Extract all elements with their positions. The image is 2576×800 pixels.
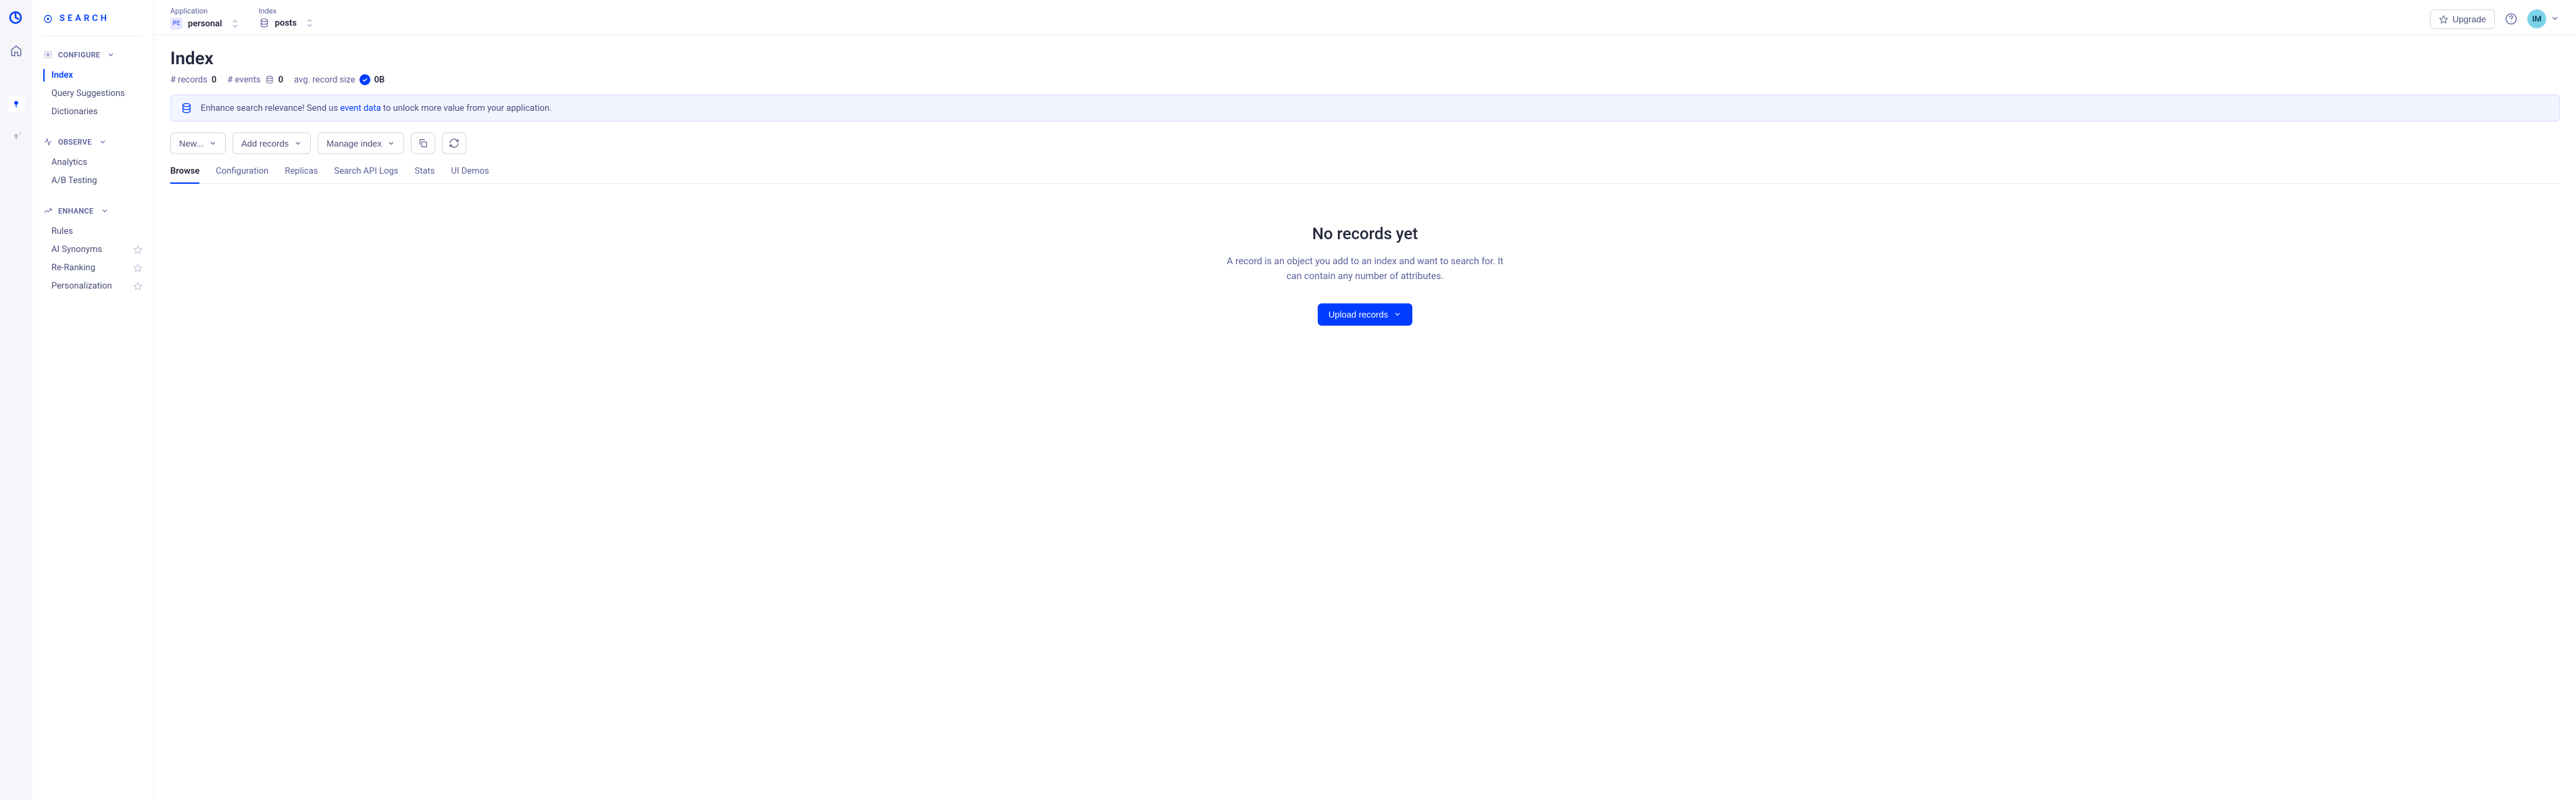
section-observe[interactable]: OBSERVE xyxy=(32,133,153,151)
sidebar-item-personalization[interactable]: Personalization xyxy=(32,277,153,295)
add-records-button[interactable]: Add records xyxy=(232,132,311,154)
chevron-down-icon xyxy=(101,207,109,215)
topbar: Application PE personal Index posts Upgr… xyxy=(154,0,2576,35)
sidebar-item-query-suggestions[interactable]: Query Suggestions xyxy=(32,84,153,103)
chevron-down-icon xyxy=(107,51,115,59)
target-icon xyxy=(43,14,53,24)
database-icon xyxy=(259,18,270,28)
chevron-down-icon xyxy=(1393,310,1402,318)
refresh-icon xyxy=(449,138,460,149)
tab-replicas[interactable]: Replicas xyxy=(284,166,318,183)
tabs: Browse Configuration Replicas Search API Lo… xyxy=(170,166,2560,184)
upload-records-button[interactable]: Upload records xyxy=(1318,303,1412,326)
database-icon xyxy=(265,75,274,84)
sidebar: SEARCH CONFIGURE Index Query Suggestions… xyxy=(32,0,154,800)
sidebar-item-ai-synonyms[interactable]: AI Synonyms xyxy=(32,241,153,259)
empty-body: A record is an object you add to an inde… xyxy=(1223,254,1507,284)
upgrade-button[interactable]: Upgrade xyxy=(2430,9,2495,29)
chevron-down-icon xyxy=(387,139,395,147)
copy-icon xyxy=(418,138,428,149)
index-selector[interactable]: Index posts xyxy=(259,7,313,28)
sidebar-item-analytics[interactable]: Analytics xyxy=(32,153,153,172)
tab-search-api-logs[interactable]: Search API Logs xyxy=(334,166,398,183)
star-icon xyxy=(133,245,143,255)
avatar[interactable]: IM xyxy=(2527,9,2546,28)
section-enhance[interactable]: ENHANCE xyxy=(32,202,153,220)
gear-icon xyxy=(43,50,53,59)
section-configure[interactable]: CONFIGURE xyxy=(32,46,153,64)
add-pin-icon[interactable] xyxy=(11,132,22,143)
refresh-button[interactable] xyxy=(442,132,466,154)
tab-configuration[interactable]: Configuration xyxy=(216,166,268,183)
sidebar-item-re-ranking[interactable]: Re-Ranking xyxy=(32,259,153,277)
index-stats: # records 0 # events 0 avg. record size … xyxy=(170,74,2560,85)
sidebar-item-ab-testing[interactable]: A/B Testing xyxy=(32,172,153,190)
chevron-down-icon xyxy=(209,139,217,147)
chevron-down-icon[interactable] xyxy=(2550,14,2560,23)
manage-index-button[interactable]: Manage index xyxy=(318,132,404,154)
database-icon xyxy=(180,102,193,114)
sidebar-item-index[interactable]: Index xyxy=(32,66,153,84)
sidebar-item-rules[interactable]: Rules xyxy=(32,222,153,241)
activity-icon xyxy=(43,137,53,147)
tab-browse[interactable]: Browse xyxy=(170,166,199,183)
chevron-down-icon xyxy=(294,139,302,147)
sidebar-item-dictionaries[interactable]: Dictionaries xyxy=(32,103,153,121)
chevron-down-icon xyxy=(99,138,107,146)
product-title: SEARCH xyxy=(32,0,153,36)
empty-state: No records yet A record is an object you… xyxy=(170,184,2560,353)
home-icon[interactable] xyxy=(10,45,22,57)
application-selector[interactable]: Application PE personal xyxy=(170,7,239,30)
app-badge: PE xyxy=(170,18,182,30)
logo-icon[interactable] xyxy=(8,9,24,26)
trending-icon xyxy=(43,206,53,216)
empty-title: No records yet xyxy=(184,224,2546,243)
banner-text: Enhance search relevance! Send us event … xyxy=(201,103,552,114)
help-icon[interactable] xyxy=(2504,12,2518,26)
page-title: Index xyxy=(170,49,2560,69)
sort-icon xyxy=(306,18,313,28)
main: Application PE personal Index posts Upgr… xyxy=(154,0,2576,800)
tab-ui-demos[interactable]: UI Demos xyxy=(451,166,489,183)
check-icon xyxy=(360,74,370,85)
nav-rail xyxy=(0,0,32,800)
star-icon xyxy=(2439,15,2448,24)
pin-icon[interactable] xyxy=(7,95,25,113)
star-icon xyxy=(133,282,143,291)
event-data-link[interactable]: event data xyxy=(340,103,380,114)
sort-icon xyxy=(232,19,239,28)
event-data-banner: Enhance search relevance! Send us event … xyxy=(170,95,2560,122)
copy-button[interactable] xyxy=(411,132,435,154)
new-button[interactable]: New... xyxy=(170,132,226,154)
tab-stats[interactable]: Stats xyxy=(415,166,435,183)
star-icon xyxy=(133,264,143,273)
